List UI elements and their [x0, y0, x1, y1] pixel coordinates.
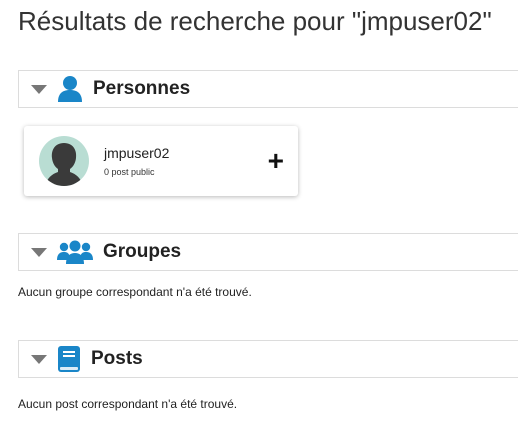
section-header-posts: Posts [18, 340, 518, 378]
book-icon [57, 345, 81, 373]
posts-empty-message: Aucun post correspondant n'a été trouvé. [18, 397, 238, 411]
section-header-people: Personnes [18, 70, 518, 108]
avatar[interactable] [39, 136, 89, 186]
collapse-caret-icon[interactable] [31, 247, 47, 257]
section-label-posts: Posts [91, 348, 143, 369]
group-icon [57, 239, 93, 265]
section-label-people: Personnes [93, 78, 191, 99]
user-post-count: 0 post public [104, 167, 155, 177]
person-result-card[interactable]: jmpuser02 0 post public + [24, 126, 298, 196]
collapse-caret-icon[interactable] [31, 84, 47, 94]
groups-empty-message: Aucun groupe correspondant n'a été trouv… [18, 285, 252, 299]
person-icon [57, 75, 83, 103]
section-header-groups: Groupes [18, 233, 518, 271]
search-results-page: Résultats de recherche pour "jmpuser02" … [0, 0, 518, 424]
add-connection-button[interactable]: + [268, 147, 284, 175]
section-label-groups: Groupes [103, 241, 182, 262]
collapse-caret-icon[interactable] [31, 354, 47, 364]
page-title: Résultats de recherche pour "jmpuser02" [18, 6, 492, 36]
user-name-link[interactable]: jmpuser02 [104, 145, 169, 161]
